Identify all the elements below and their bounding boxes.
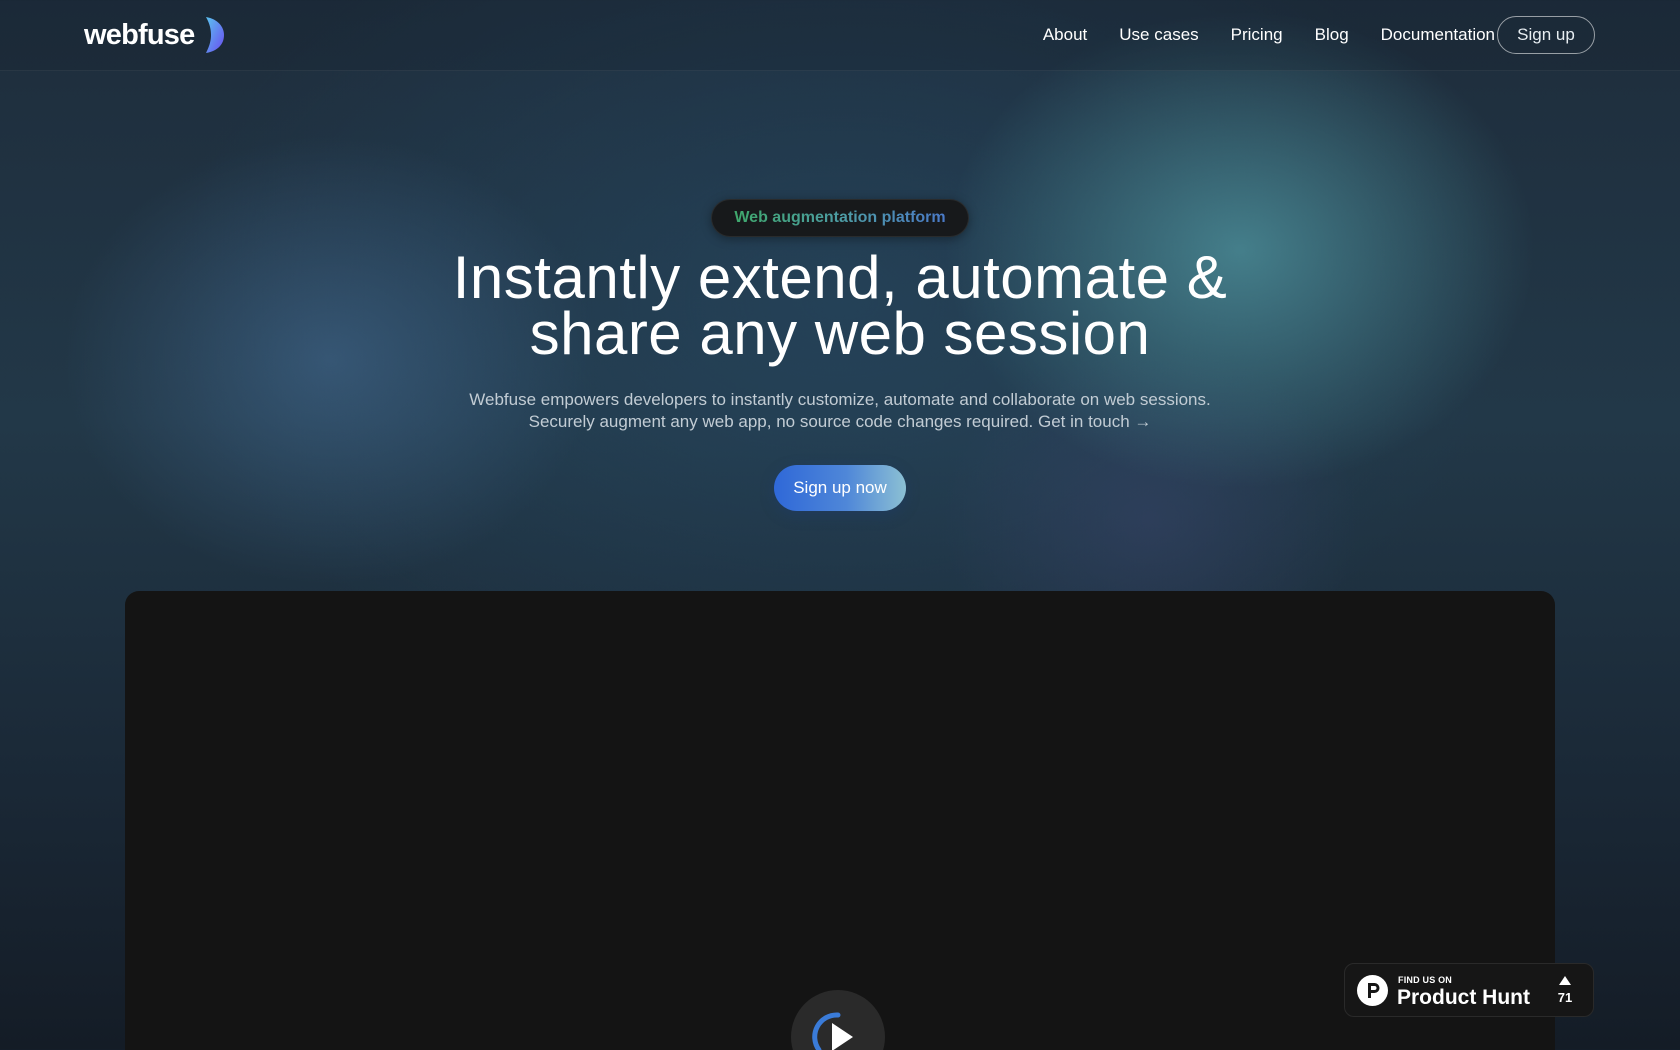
main-nav: About Use cases Pricing Blog Documentati… — [1043, 0, 1495, 70]
nav-pricing[interactable]: Pricing — [1231, 25, 1283, 45]
nav-blog[interactable]: Blog — [1315, 25, 1349, 45]
play-icon — [812, 1012, 853, 1050]
site-header: webfuse About Use cases Pricing Blog Doc… — [0, 0, 1680, 71]
hero-badge-label: Web augmentation platform — [734, 209, 946, 226]
logo-mark-icon — [206, 17, 225, 53]
hero-badge: Web augmentation platform — [711, 199, 969, 237]
product-hunt-logo-icon — [1357, 975, 1388, 1006]
signup-button[interactable]: Sign up — [1497, 16, 1595, 54]
signup-now-button[interactable]: Sign up now — [774, 465, 906, 511]
hero-subtext-line1: Webfuse empowers developers to instantly… — [469, 390, 1211, 409]
product-hunt-badge[interactable]: FIND US ON Product Hunt 71 — [1344, 963, 1594, 1017]
upvote-count: 71 — [1557, 990, 1573, 1005]
upvote-arrow-icon — [1559, 976, 1571, 985]
hero-headline: Instantly extend, automate & share any w… — [340, 248, 1340, 364]
logo[interactable]: webfuse — [84, 16, 225, 54]
get-in-touch-link[interactable]: Get in touch → — [1038, 412, 1151, 431]
nav-use-cases[interactable]: Use cases — [1119, 25, 1198, 45]
play-button[interactable] — [791, 990, 885, 1050]
hero-subtext-line2: Securely augment any web app, no source … — [528, 412, 1034, 431]
hero-subtext: Webfuse empowers developers to instantly… — [420, 389, 1260, 433]
hero-headline-line2: share any web session — [529, 300, 1151, 367]
nav-documentation[interactable]: Documentation — [1381, 25, 1495, 45]
video-player[interactable] — [125, 591, 1555, 1050]
product-hunt-label: Product Hunt — [1397, 986, 1530, 1009]
nav-about[interactable]: About — [1043, 25, 1087, 45]
logo-text: webfuse — [84, 18, 195, 51]
product-hunt-small-label: FIND US ON — [1398, 975, 1453, 985]
